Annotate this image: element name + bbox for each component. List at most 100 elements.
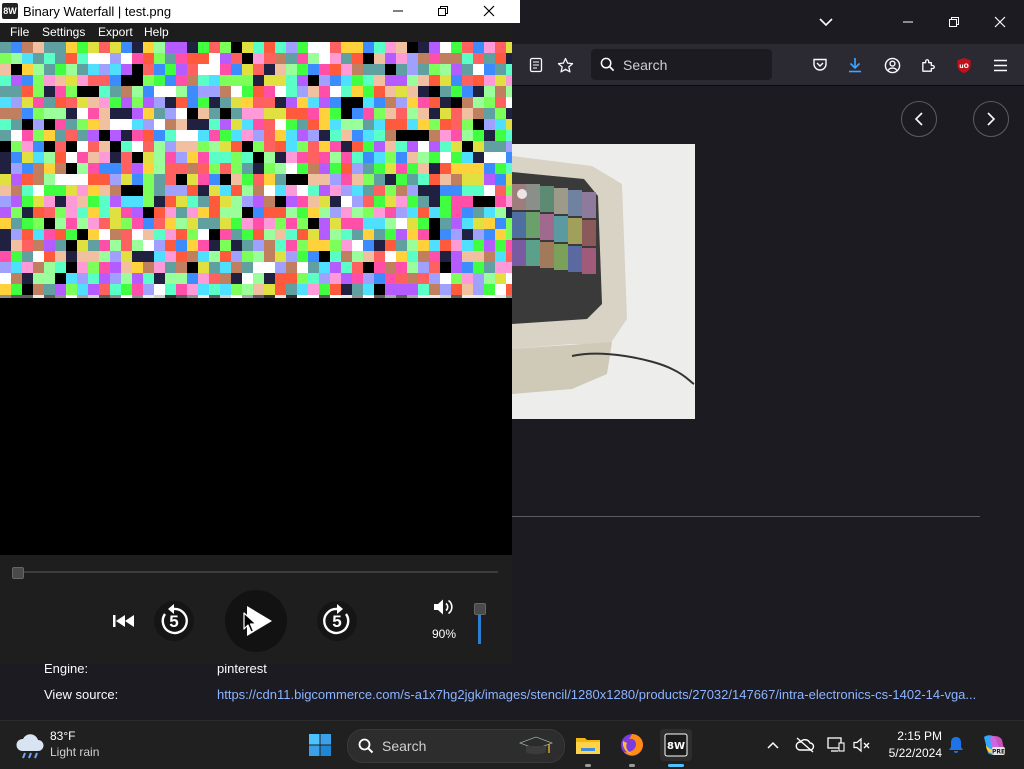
pixel-cell	[440, 97, 451, 108]
pixel-cell	[176, 86, 187, 97]
seek-track[interactable]	[12, 571, 498, 573]
start-button[interactable]	[304, 729, 336, 761]
browser-search-field[interactable]: Search	[591, 49, 772, 80]
next-image-button[interactable]	[973, 101, 1009, 137]
pixel-cell	[242, 119, 253, 130]
volume-slider-handle[interactable]	[474, 603, 486, 615]
pixel-cell	[242, 174, 253, 185]
reader-view-icon	[529, 57, 543, 73]
app-close-button[interactable]	[471, 1, 507, 21]
rewind-seconds: 5	[169, 612, 179, 631]
pixel-cell	[99, 108, 110, 119]
downloads-button[interactable]	[841, 51, 869, 79]
weather-widget[interactable]	[14, 731, 46, 759]
browser-minimize-button[interactable]	[894, 8, 922, 36]
list-all-tabs-button[interactable]	[812, 8, 840, 36]
pixel-cell	[418, 108, 429, 119]
pixel-cell	[308, 295, 319, 298]
taskbar-search[interactable]: Search	[347, 729, 565, 763]
pixel-cell	[44, 97, 55, 108]
show-hidden-icons-button[interactable]	[763, 735, 783, 755]
pixel-cell	[209, 174, 220, 185]
pixel-cell	[363, 119, 374, 130]
taskbar-file-explorer[interactable]	[572, 729, 604, 761]
pixel-cell	[264, 97, 275, 108]
pixel-cell	[99, 141, 110, 152]
pixel-cell	[264, 75, 275, 86]
pixel-cell	[374, 75, 385, 86]
pixel-cell	[396, 130, 407, 141]
pixel-cell	[33, 53, 44, 64]
pixel-cell	[352, 229, 363, 240]
pixel-cell	[352, 262, 363, 273]
pixel-cell	[209, 97, 220, 108]
menu-settings[interactable]: Settings	[42, 25, 85, 39]
pixel-cell	[506, 97, 512, 108]
pixel-cell	[341, 295, 352, 298]
pixel-cell	[352, 174, 363, 185]
display-tray-icon[interactable]	[826, 735, 846, 755]
pixel-cell	[143, 53, 154, 64]
pixel-cell	[341, 240, 352, 251]
monitor-icon	[827, 737, 845, 752]
pixel-cell	[33, 86, 44, 97]
taskbar-firefox[interactable]	[616, 729, 648, 761]
pixel-cell	[440, 53, 451, 64]
pixel-cell	[374, 240, 385, 251]
pixel-cell	[253, 218, 264, 229]
onedrive-tray-icon[interactable]	[795, 735, 815, 755]
ublock-origin-button[interactable]: uO	[950, 51, 978, 79]
menu-export[interactable]: Export	[98, 25, 133, 39]
pixel-cell	[396, 64, 407, 75]
notifications-button[interactable]	[946, 735, 966, 755]
pixel-cell	[242, 207, 253, 218]
volume-slider-track[interactable]	[478, 612, 481, 644]
pixel-cell	[374, 174, 385, 185]
pixel-cell	[264, 229, 275, 240]
volume-button[interactable]	[432, 597, 456, 617]
pixel-cell	[495, 196, 506, 207]
pixel-cell	[209, 207, 220, 218]
pocket-button[interactable]	[806, 51, 834, 79]
copilot-button[interactable]: PRE	[980, 733, 1006, 757]
app-restore-button[interactable]	[425, 1, 461, 21]
extensions-button[interactable]	[914, 51, 942, 79]
taskbar-binary-waterfall[interactable]: 8W	[660, 729, 692, 761]
pixel-cell	[143, 152, 154, 163]
menu-file[interactable]: File	[10, 25, 29, 39]
clock-time[interactable]: 2:15 PM	[886, 729, 942, 743]
forward-5-button[interactable]: 5	[316, 600, 358, 642]
view-source-link[interactable]: https://cdn11.bigcommerce.com/s-a1x7hg2j…	[217, 687, 976, 702]
account-button[interactable]	[878, 51, 906, 79]
pixel-cell	[308, 185, 319, 196]
bookmark-star-button[interactable]	[551, 51, 579, 79]
pixel-cell	[231, 196, 242, 207]
pixel-cell	[33, 240, 44, 251]
previous-image-button[interactable]	[901, 101, 937, 137]
pixel-cell	[121, 295, 132, 298]
restart-button[interactable]	[110, 607, 138, 635]
browser-close-button[interactable]	[986, 8, 1014, 36]
pixel-cell	[121, 119, 132, 130]
browser-restore-button[interactable]	[940, 8, 968, 36]
pixel-cell	[110, 218, 121, 229]
pixel-cell	[231, 86, 242, 97]
pixel-cell	[341, 119, 352, 130]
menu-help[interactable]: Help	[144, 25, 169, 39]
clock-date[interactable]: 5/22/2024	[878, 746, 942, 760]
pixel-cell	[407, 284, 418, 295]
app-menu-button[interactable]	[986, 51, 1014, 79]
pixel-cell	[429, 119, 440, 130]
pixel-cell	[352, 75, 363, 86]
pixel-cell	[429, 163, 440, 174]
pixel-cell	[396, 207, 407, 218]
seek-handle[interactable]	[12, 567, 24, 579]
rewind-5-button[interactable]: 5	[153, 600, 195, 642]
pixel-cell	[121, 64, 132, 75]
reader-view-button[interactable]	[522, 51, 550, 79]
pixel-cell	[198, 185, 209, 196]
pixel-cell	[176, 75, 187, 86]
volume-muted-tray-icon[interactable]	[852, 735, 872, 755]
search-result-image[interactable]	[512, 144, 695, 419]
app-minimize-button[interactable]	[380, 1, 416, 21]
